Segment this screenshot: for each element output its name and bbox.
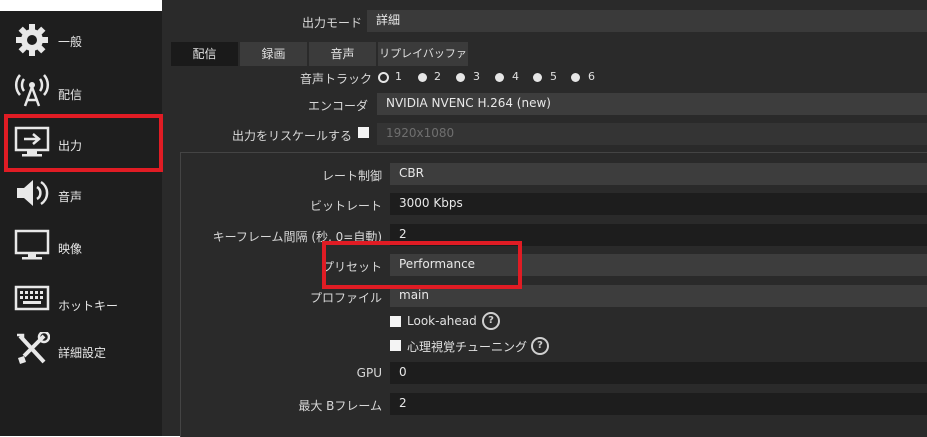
rate-control-select[interactable]: CBR — [390, 163, 927, 185]
settings-sidebar: 一般 配信 出力 音声 映像 ホットキー 詳細設定 — [0, 11, 162, 436]
bitrate-label: ビットレート — [309, 199, 382, 213]
sidebar-item-advanced[interactable]: 詳細設定 — [0, 326, 162, 376]
gpu-label: GPU — [356, 366, 382, 380]
sidebar-item-hotkeys[interactable]: ホットキー — [0, 274, 162, 324]
audio-track-radio-6[interactable] — [571, 73, 580, 82]
keyboard-icon — [14, 285, 50, 311]
sidebar-item-label: ホットキー — [58, 299, 119, 313]
help-icon[interactable]: ? — [482, 312, 500, 330]
audio-track-option-label: 6 — [588, 70, 595, 83]
sidebar-item-label: 詳細設定 — [58, 346, 107, 360]
sidebar-item-label: 一般 — [58, 35, 83, 49]
sidebar-item-label: 音声 — [58, 190, 83, 204]
tab-audio[interactable]: 音声 — [309, 42, 376, 66]
sidebar-item-stream[interactable]: 配信 — [0, 67, 162, 117]
gear-icon — [16, 24, 48, 56]
output-mode-select[interactable]: 詳細 — [367, 10, 927, 32]
bitrate-spinbox[interactable]: 3000 Kbps — [390, 193, 927, 215]
tab-recording[interactable]: 録画 — [240, 42, 307, 66]
tab-replay-buffer[interactable]: リプレイバッファ — [378, 42, 468, 66]
monitor-icon — [14, 229, 50, 260]
audio-track-radio-2[interactable] — [418, 73, 427, 82]
profile-label: プロファイル — [309, 291, 382, 305]
sidebar-item-label: 配信 — [58, 88, 83, 102]
highlight-box-preset — [322, 241, 522, 289]
sidebar-item-video[interactable]: 映像 — [0, 222, 162, 272]
sidebar-item-general[interactable]: 一般 — [0, 15, 162, 65]
rescale-label: 出力をリスケールする — [231, 129, 352, 143]
output-mode-label: 出力モード — [301, 16, 362, 30]
tools-icon — [17, 332, 50, 364]
speaker-icon — [17, 180, 49, 206]
audio-track-option-label: 4 — [512, 70, 519, 83]
lookahead-checkbox[interactable] — [390, 316, 401, 327]
audio-track-option-label: 2 — [434, 70, 441, 83]
audio-track-option-label: 5 — [550, 70, 557, 83]
sidebar-item-label: 映像 — [58, 242, 83, 256]
rate-control-label: レート制御 — [321, 169, 382, 183]
audio-track-option-label: 1 — [395, 70, 402, 83]
broadcast-antenna-icon — [15, 74, 49, 107]
audio-track-radio-3[interactable] — [456, 73, 465, 82]
gpu-spinbox[interactable]: 0 — [390, 362, 927, 384]
audio-track-radio-5[interactable] — [533, 73, 542, 82]
audio-track-option-label: 3 — [473, 70, 480, 83]
sidebar-item-audio[interactable]: 音声 — [0, 170, 162, 220]
rescale-resolution-select[interactable]: 1920x1080 — [377, 123, 927, 145]
encoder-select[interactable]: NVIDIA NVENC H.264 (new) — [377, 93, 927, 115]
psycho-visual-tuning-checkbox[interactable] — [390, 340, 401, 351]
audio-track-radio-1[interactable] — [378, 72, 389, 83]
psycho-visual-tuning-label: 心理視覚チューニング — [407, 340, 528, 354]
help-icon[interactable]: ? — [531, 337, 549, 355]
max-bframes-label: 最大 Bフレーム — [298, 399, 382, 413]
max-bframes-spinbox[interactable]: 2 — [390, 393, 927, 415]
rescale-checkbox[interactable] — [358, 127, 369, 138]
tab-stream[interactable]: 配信 — [171, 42, 238, 66]
audio-track-radio-4[interactable] — [495, 73, 504, 82]
encoder-label: エンコーダ — [307, 99, 368, 113]
audio-track-label: 音声トラック — [299, 72, 372, 86]
highlight-box-output — [4, 114, 163, 172]
lookahead-label: Look-ahead — [407, 314, 477, 328]
